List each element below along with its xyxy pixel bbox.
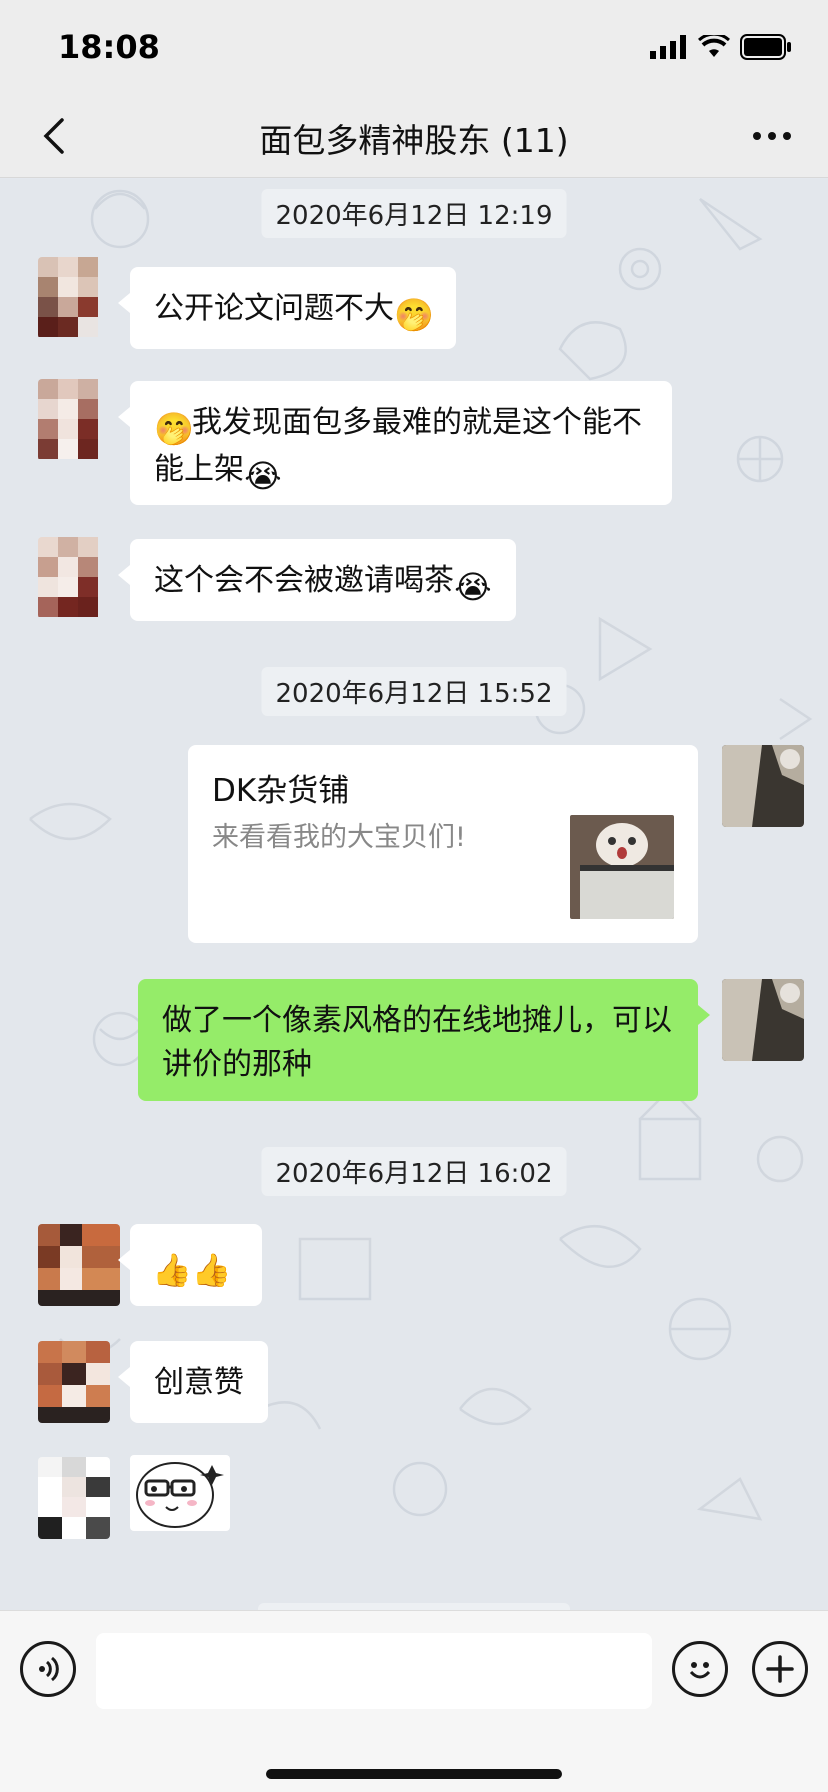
- plus-icon: [766, 1655, 794, 1683]
- chat-area[interactable]: 2020年6月12日 12:19 公开论文问题不大🤭 🤭我发现面包多最难的就是这…: [0, 179, 828, 1610]
- avatar-self[interactable]: [722, 979, 804, 1061]
- emoji-icon: 😭: [244, 457, 282, 495]
- message-bubble[interactable]: 👍👍: [118, 1224, 262, 1306]
- avatar[interactable]: [38, 537, 108, 619]
- emoji-button[interactable]: [672, 1641, 728, 1697]
- smiley-icon: [689, 1662, 711, 1679]
- status-time: 18:08: [58, 28, 160, 66]
- battery-icon: [740, 34, 791, 60]
- message-bubble[interactable]: 这个会不会被邀请喝茶😭: [118, 539, 516, 621]
- timestamp-partial: [258, 1603, 570, 1610]
- message-text: 做了一个像素风格的在线地摊儿，可以讲价的那种: [162, 1003, 672, 1082]
- message-text: 公开论文问题不大: [154, 291, 394, 326]
- status-bar: 18:08: [0, 0, 828, 96]
- timestamp: 2020年6月12日 16:02: [261, 1147, 567, 1196]
- message-text: 创意赞: [154, 1365, 244, 1400]
- signal-icon: [650, 35, 686, 59]
- message-bubble[interactable]: 公开论文问题不大🤭: [118, 267, 456, 349]
- message-text: 我发现面包多最难的就是这个能不能上架: [154, 405, 642, 487]
- plus-button[interactable]: [752, 1641, 808, 1697]
- avatar[interactable]: [38, 1224, 120, 1306]
- emoji-icon: 😭: [454, 568, 492, 606]
- card-thumbnail: [570, 815, 674, 919]
- input-bar: [0, 1610, 828, 1792]
- more-button[interactable]: [742, 108, 802, 164]
- emoji-icon: 🤭: [394, 296, 434, 334]
- message-input[interactable]: [96, 1633, 652, 1709]
- message-bubble-outgoing[interactable]: 做了一个像素风格的在线地摊儿，可以讲价的那种: [138, 979, 710, 1101]
- sticker-image[interactable]: [130, 1455, 230, 1531]
- sticker-face-icon: [136, 1462, 224, 1528]
- link-card[interactable]: DK杂货铺 来看看我的大宝贝们!: [188, 745, 698, 943]
- emoji-icon: 🤭: [154, 410, 194, 448]
- message-bubble[interactable]: 创意赞: [118, 1341, 268, 1423]
- card-description: 来看看我的大宝贝们!: [212, 822, 466, 853]
- chat-title: 面包多精神股东 (11): [259, 121, 569, 160]
- avatar[interactable]: [38, 257, 108, 339]
- avatar[interactable]: [38, 1457, 110, 1539]
- thumbs-up-icon: 👍👍: [152, 1251, 232, 1289]
- wifi-icon: [698, 35, 730, 57]
- nav-bar: 面包多精神股东 (11): [0, 96, 828, 178]
- more-icon: [753, 132, 791, 140]
- voice-icon: [39, 1656, 59, 1682]
- avatar-self[interactable]: [722, 745, 804, 827]
- status-icons: [650, 34, 792, 60]
- voice-button[interactable]: [20, 1641, 76, 1697]
- timestamp: 2020年6月12日 15:52: [261, 667, 567, 716]
- home-indicator: [266, 1769, 562, 1779]
- avatar[interactable]: [38, 1341, 110, 1423]
- message-bubble[interactable]: 🤭我发现面包多最难的就是这个能不能上架😭: [118, 381, 672, 505]
- timestamp: 2020年6月12日 12:19: [261, 189, 567, 238]
- avatar[interactable]: [38, 379, 108, 461]
- card-title: DK杂货铺: [212, 773, 350, 809]
- message-text: 这个会不会被邀请喝茶: [154, 563, 454, 598]
